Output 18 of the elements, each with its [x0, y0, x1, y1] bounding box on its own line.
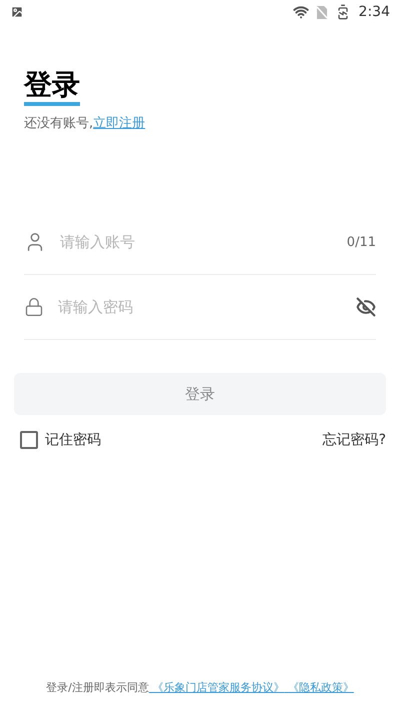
status-time: 2:34	[358, 4, 390, 20]
agreement-text: 登录/注册即表示同意	[46, 681, 149, 694]
forgot-password-link[interactable]: 忘记密码?	[322, 431, 386, 449]
wifi-icon	[292, 4, 309, 20]
remember-label: 记住密码	[45, 431, 101, 449]
password-input[interactable]: 请输入密码	[56, 298, 344, 316]
account-input[interactable]: 请输入账号	[58, 232, 335, 252]
page-title: 登录	[24, 68, 80, 106]
image-icon	[10, 5, 24, 19]
agreement-link[interactable]: 《乐象门店管家服务协议》	[148, 681, 284, 694]
remember-checkbox[interactable]	[20, 431, 38, 449]
character-counter: 0/11	[346, 234, 376, 250]
lock-icon	[24, 297, 44, 317]
agreement-link[interactable]: 《隐私政策》	[284, 681, 354, 694]
register-link[interactable]: 立即注册	[93, 114, 146, 132]
eye-off-icon[interactable]	[356, 297, 376, 317]
register-prompt: 还没有账号,	[24, 115, 94, 132]
no-sim-icon	[316, 6, 327, 18]
